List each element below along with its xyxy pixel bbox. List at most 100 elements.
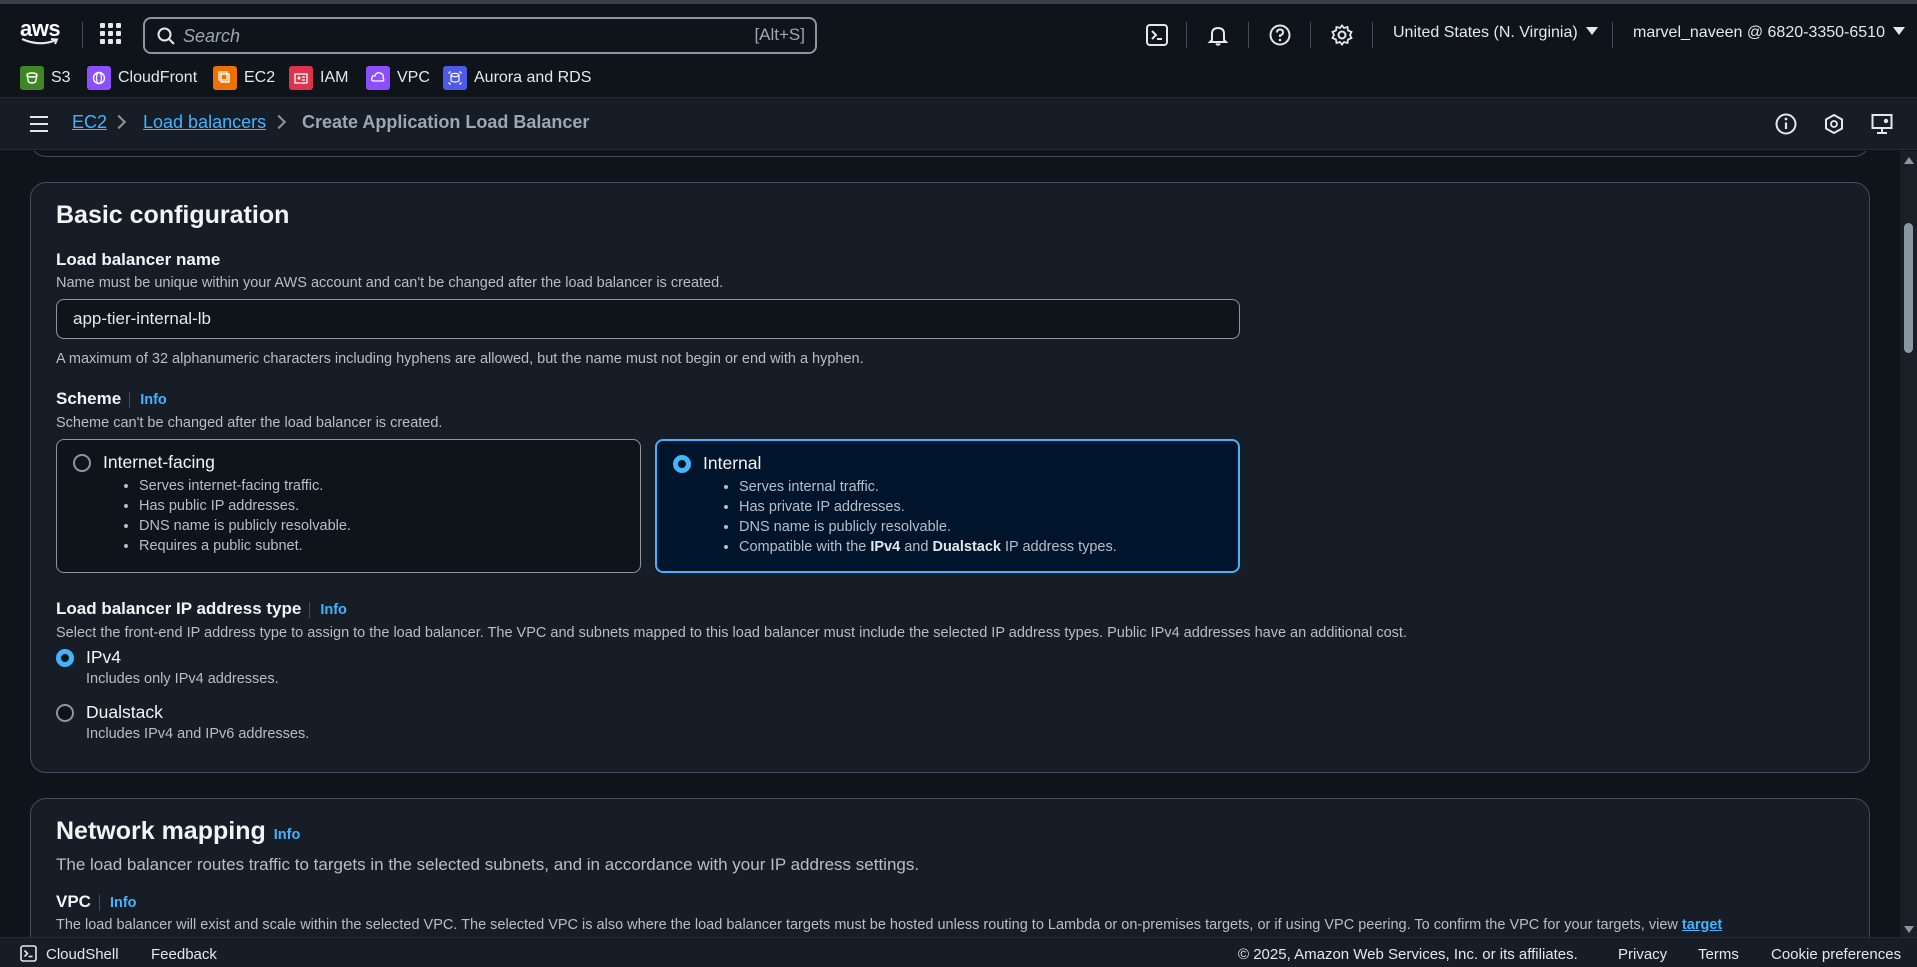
divider [1372, 22, 1373, 48]
favorite-label: IAM [320, 69, 349, 86]
target-groups-link[interactable]: target [1682, 917, 1722, 933]
favorite-label: VPC [397, 69, 430, 86]
option-title: Internal [703, 453, 762, 473]
vpc-description-row: The load balancer will exist and scale w… [56, 917, 1856, 933]
favorite-aurora-rds[interactable]: Aurora and RDS [443, 66, 591, 90]
account-menu[interactable]: marvel_naveen @ 6820-3350-6510 [1633, 24, 1905, 42]
ip-type-label-row: Load balancer IP address type Info [56, 599, 347, 619]
radio-button[interactable] [56, 704, 74, 722]
copyright-text: © 2025, Amazon Web Services, Inc. or its… [1238, 946, 1578, 963]
info-link[interactable]: Info [274, 827, 301, 843]
option-bullets: Serves internal traffic. Has private IP … [739, 477, 1117, 557]
favorite-label: S3 [51, 69, 71, 86]
menu-hamburger-icon[interactable] [30, 116, 48, 132]
bullet: Has private IP addresses. [739, 497, 1117, 517]
option-title: Dualstack [86, 702, 163, 722]
name-description: Name must be unique within your AWS acco… [56, 275, 724, 291]
option-title: IPv4 [86, 647, 122, 667]
scheme-label: Scheme [56, 389, 122, 408]
vpc-label-row: VPC Info [56, 892, 137, 912]
bullet: Serves internet-facing traffic. [139, 476, 351, 496]
option-bullets: Serves internet-facing traffic. Has publ… [139, 476, 351, 556]
ec2-icon [213, 66, 237, 90]
settings-gear-icon[interactable] [1329, 22, 1355, 48]
top-navigation-bar: aws [Alt+S] United States (N. Virginia) … [0, 0, 1917, 62]
scroll-down-arrow-icon[interactable] [1904, 926, 1914, 933]
bullet: Serves internal traffic. [739, 477, 1117, 497]
account-label: marvel_naveen @ 6820-3350-6510 [1633, 24, 1885, 41]
breadcrumb-current: Create Application Load Balancer [302, 112, 590, 132]
cloudshell-icon[interactable] [20, 945, 37, 962]
aws-smile-icon [21, 38, 59, 45]
search-box[interactable]: [Alt+S] [143, 17, 817, 54]
load-balancer-name-input[interactable] [56, 299, 1240, 339]
s3-icon [20, 66, 44, 90]
privacy-link[interactable]: Privacy [1618, 946, 1667, 963]
region-label: United States (N. Virginia) [1393, 24, 1578, 41]
favorite-vpc[interactable]: VPC [366, 66, 430, 90]
scheme-option-internal[interactable]: Internal Serves internal traffic. Has pr… [655, 439, 1240, 573]
section-title-row: Network mapping Info [56, 817, 300, 846]
vertical-scrollbar[interactable] [1900, 151, 1917, 937]
previous-section-edge [30, 151, 1870, 157]
divider [1248, 22, 1249, 48]
favorite-ec2[interactable]: EC2 [213, 66, 275, 90]
basic-configuration-card: Basic configuration Load balancer name N… [30, 182, 1870, 773]
network-mapping-card: Network mapping Info The load balancer ro… [30, 798, 1870, 937]
section-title: Basic configuration [56, 201, 290, 229]
footer: CloudShell Feedback © 2025, Amazon Web S… [0, 937, 1917, 967]
tutorial-panel-icon[interactable] [1871, 113, 1893, 135]
info-link[interactable]: Info [129, 392, 167, 408]
info-link[interactable]: Info [98, 895, 137, 911]
option-title: Internet-facing [103, 452, 215, 472]
info-link[interactable]: Info [309, 602, 347, 618]
favorite-label: CloudFront [118, 69, 198, 86]
services-menu-icon[interactable] [100, 23, 122, 45]
scheme-option-internet-facing[interactable]: Internet-facing Serves internet-facing t… [56, 439, 641, 573]
network-description: The load balancer routes traffic to targ… [56, 855, 920, 874]
search-input[interactable] [183, 23, 703, 49]
feedback-link[interactable]: Feedback [151, 946, 217, 963]
favorite-label: Aurora and RDS [474, 69, 592, 86]
divider [1612, 22, 1613, 48]
feedback-badge-icon[interactable] [1823, 113, 1845, 135]
favorite-s3[interactable]: S3 [20, 66, 71, 90]
cookie-preferences-link[interactable]: Cookie preferences [1771, 946, 1901, 963]
option-description: Includes only IPv4 addresses. [86, 671, 279, 687]
radio-button[interactable] [73, 454, 91, 472]
cloudshell-icon[interactable] [1144, 22, 1170, 48]
name-label: Load balancer name [56, 250, 221, 269]
search-shortcut: [Alt+S] [754, 25, 805, 44]
region-selector[interactable]: United States (N. Virginia) [1393, 24, 1598, 42]
divider [82, 22, 83, 48]
info-circle-icon[interactable] [1775, 113, 1797, 135]
aws-logo[interactable]: aws [20, 16, 62, 48]
breadcrumb-bar: EC2 Load balancers Create Application Lo… [0, 98, 1917, 150]
chevron-right-icon [271, 114, 287, 130]
divider [1310, 22, 1311, 48]
cloudshell-link[interactable]: CloudShell [46, 946, 119, 963]
favorite-label: EC2 [244, 69, 276, 86]
radio-button-selected[interactable] [56, 649, 74, 667]
bullet: Requires a public subnet. [139, 536, 351, 556]
iam-icon [289, 66, 313, 90]
terms-link[interactable]: Terms [1698, 946, 1739, 963]
favorite-cloudfront[interactable]: CloudFront [87, 66, 197, 90]
scroll-up-arrow-icon[interactable] [1904, 157, 1914, 164]
option-description: Includes IPv4 and IPv6 addresses. [86, 726, 310, 742]
radio-button-selected[interactable] [673, 455, 691, 473]
scheme-label-row: Scheme Info [56, 389, 167, 409]
breadcrumb-load-balancers[interactable]: Load balancers [143, 112, 266, 133]
chevron-right-icon [111, 114, 127, 130]
scrollbar-thumb[interactable] [1904, 223, 1913, 353]
notifications-bell-icon[interactable] [1205, 22, 1231, 48]
bullet: Has public IP addresses. [139, 496, 351, 516]
breadcrumb-ec2[interactable]: EC2 [72, 112, 107, 133]
bullet: Compatible with the IPv4 and Dualstack I… [739, 537, 1117, 557]
help-icon[interactable] [1267, 22, 1293, 48]
caret-down-icon [1892, 27, 1905, 35]
caret-down-icon [1585, 27, 1598, 35]
vpc-description: The load balancer will exist and scale w… [56, 917, 1678, 933]
favorite-iam[interactable]: IAM [289, 66, 348, 90]
bullet: DNS name is publicly resolvable. [739, 517, 1117, 537]
